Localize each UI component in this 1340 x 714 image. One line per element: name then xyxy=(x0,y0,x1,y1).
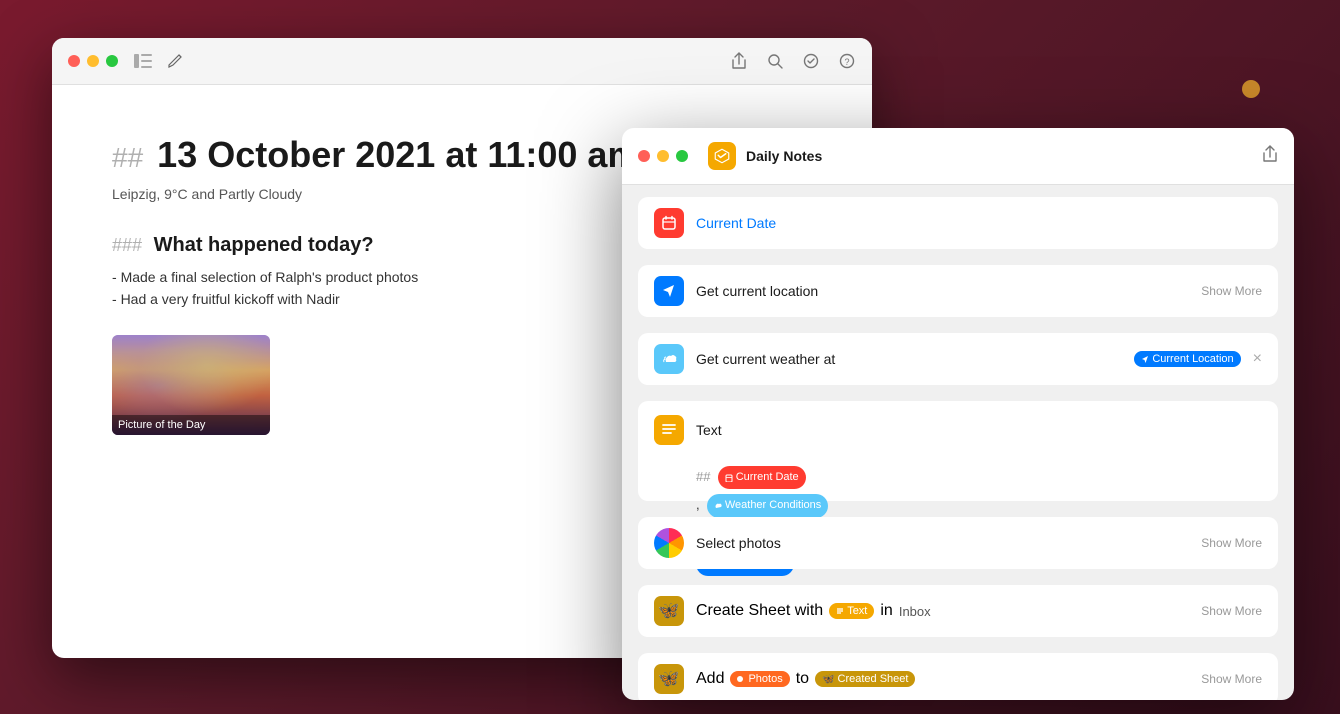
select-photos-label: Select photos xyxy=(696,535,1189,551)
minimize-button[interactable] xyxy=(87,55,99,67)
text-item-row: Text xyxy=(654,415,1262,445)
created-sheet-badge-1: 🦋 Created Sheet xyxy=(815,671,915,687)
shortcuts-app-icon xyxy=(708,142,736,170)
location-icon xyxy=(654,276,684,306)
text-line-2: , Weather Conditions xyxy=(696,493,1262,517)
shield-check-icon[interactable] xyxy=(802,52,820,70)
help-icon[interactable]: ? xyxy=(838,52,856,70)
shortcuts-close-button[interactable] xyxy=(638,150,650,162)
compose-icon[interactable] xyxy=(166,52,184,70)
notes-toolbar: ? xyxy=(730,52,856,70)
current-date-icon xyxy=(654,208,684,238)
create-sheet-icon: 🦋 xyxy=(654,596,684,626)
shortcuts-traffic-lights xyxy=(638,150,688,162)
section-prefix: ### xyxy=(112,235,142,255)
shortcuts-titlebar: Daily Notes xyxy=(622,128,1294,185)
photos-icon xyxy=(654,528,684,558)
close-button[interactable] xyxy=(68,55,80,67)
add-photos-label-row: Add Photos to 🦋 Created Sheet xyxy=(696,670,1189,688)
shortcuts-window-title: Daily Notes xyxy=(746,148,1252,164)
create-sheet-label-row: Create Sheet with Text in Inbox xyxy=(696,602,1189,620)
search-icon[interactable] xyxy=(766,52,784,70)
get-location-label: Get current location xyxy=(696,283,1189,299)
maximize-button[interactable] xyxy=(106,55,118,67)
text-label: Text xyxy=(696,422,1262,438)
text-icon xyxy=(654,415,684,445)
shortcut-item-text: Text ## Current Date , Weather Condition… xyxy=(638,401,1278,501)
shortcut-item-add-photos: 🦋 Add Photos to 🦋 Created Sheet Show Mor… xyxy=(638,653,1278,700)
create-sheet-show-more[interactable]: Show More xyxy=(1201,604,1262,618)
shortcut-item-create-sheet: 🦋 Create Sheet with Text in Inbox Show M… xyxy=(638,585,1278,637)
shortcut-item-current-date: Current Date xyxy=(638,197,1278,249)
sidebar-toggle-icon[interactable] xyxy=(134,52,152,70)
shortcuts-maximize-button[interactable] xyxy=(676,150,688,162)
heading-prefix: ## xyxy=(112,142,143,173)
background-dot xyxy=(1242,80,1260,98)
photos-variable-badge: Photos xyxy=(730,671,789,687)
text-line-1: ## Current Date xyxy=(696,465,1262,489)
shortcuts-window: Daily Notes Current Date xyxy=(622,128,1294,700)
select-photos-show-more[interactable]: Show More xyxy=(1201,536,1262,550)
inbox-label: Inbox xyxy=(899,604,931,619)
shortcut-item-get-location: Get current location Show More xyxy=(638,265,1278,317)
get-weather-label: Get current weather at xyxy=(696,351,1118,367)
shortcuts-share-icon[interactable] xyxy=(1262,145,1278,168)
shortcuts-minimize-button[interactable] xyxy=(657,150,669,162)
weather-close-button[interactable]: × xyxy=(1253,350,1262,368)
text-variable-badge: Text xyxy=(829,603,874,619)
svg-text:?: ? xyxy=(844,57,849,67)
traffic-lights xyxy=(68,55,118,67)
shortcut-item-get-weather: Get current weather at Current Location … xyxy=(638,333,1278,385)
weather-icon xyxy=(654,344,684,374)
shortcut-item-select-photos: Select photos Show More xyxy=(638,517,1278,569)
shortcuts-list: Current Date Get current location Show M… xyxy=(622,185,1294,700)
weather-variable-badge: Current Location xyxy=(1152,353,1233,365)
notes-titlebar: ? xyxy=(52,38,872,85)
notes-image: Picture of the Day xyxy=(112,335,270,435)
share-icon[interactable] xyxy=(730,52,748,70)
add-photos-icon: 🦋 xyxy=(654,664,684,694)
image-label: Picture of the Day xyxy=(112,415,270,435)
get-location-show-more[interactable]: Show More xyxy=(1201,284,1262,298)
current-date-label: Current Date xyxy=(696,215,1262,231)
add-photos-show-more[interactable]: Show More xyxy=(1201,672,1262,686)
